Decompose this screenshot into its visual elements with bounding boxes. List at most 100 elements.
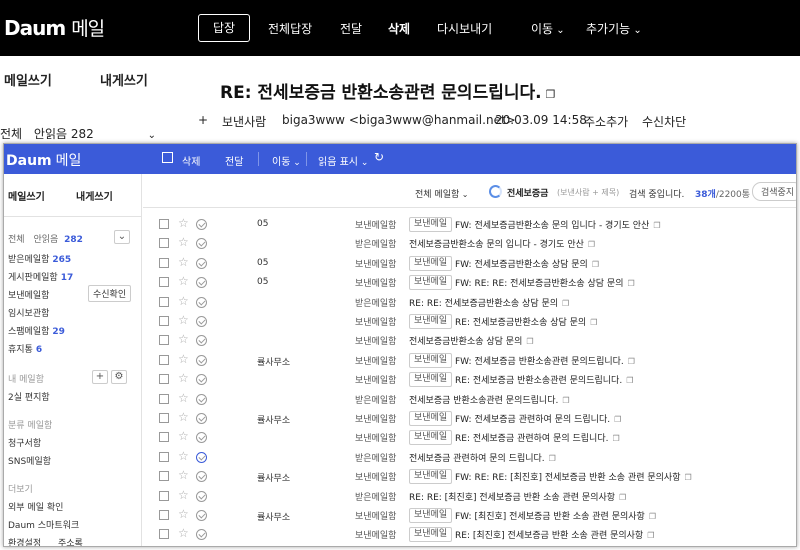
filter-all[interactable]: 전체 — [0, 127, 22, 141]
row-tag[interactable]: 보낸메일 — [409, 508, 453, 523]
copy-icon[interactable]: ❐ — [612, 434, 619, 443]
copy-icon[interactable]: ❐ — [684, 473, 691, 482]
row-tag[interactable]: 보낸메일 — [409, 255, 453, 271]
row-tag[interactable]: 보낸메일 — [409, 275, 453, 291]
move-dropdown[interactable]: 이동 — [272, 153, 301, 168]
row-checkbox[interactable] — [159, 316, 169, 326]
row-checkbox[interactable] — [159, 451, 169, 462]
sidebar-item-inbox[interactable]: 받은메일함 265 — [8, 252, 71, 265]
copy-icon[interactable]: ❐ — [590, 318, 597, 327]
write-to-me-link[interactable]: 내게쓰기 — [76, 188, 113, 203]
sidebar-item-sns[interactable]: SNS메일함 — [8, 454, 51, 467]
receive-confirm-button[interactable]: 수신확인 — [88, 285, 132, 302]
row-checkbox[interactable] — [159, 432, 169, 443]
star-icon[interactable]: ☆ — [178, 508, 189, 520]
star-icon[interactable]: ☆ — [178, 392, 189, 404]
row-subject[interactable]: FW: 전세보증금 반환소송관련 문의드립니다. ❐ — [455, 354, 635, 367]
row-tag[interactable]: 보낸메일 — [409, 411, 453, 426]
settings-link[interactable]: 환경설정 — [8, 536, 41, 546]
envelope-icon[interactable] — [196, 277, 207, 289]
copy-icon[interactable]: ❐ — [628, 357, 635, 366]
star-icon[interactable]: ☆ — [178, 333, 189, 345]
row-checkbox[interactable] — [159, 238, 169, 249]
row-folder[interactable]: 받은메일함 — [355, 237, 396, 250]
copy-icon[interactable]: ❐ — [619, 493, 626, 502]
star-icon[interactable]: ☆ — [178, 353, 189, 365]
smartwork-link[interactable]: Daum 스마트워크 — [8, 518, 79, 531]
row-folder[interactable]: 보낸메일함 — [355, 257, 396, 270]
envelope-icon[interactable] — [196, 490, 207, 502]
sidebar-item-sent[interactable]: 보낸메일함 — [8, 288, 49, 301]
row-folder[interactable]: 보낸메일함 — [355, 315, 396, 328]
star-icon[interactable]: ☆ — [178, 295, 189, 307]
envelope-icon[interactable] — [196, 451, 207, 463]
envelope-icon[interactable] — [196, 257, 207, 269]
row-folder[interactable]: 보낸메일함 — [355, 470, 396, 483]
row-subject[interactable]: FW: [최진호] 전세보증금 반환 소송 관련 문의사항 ❐ — [455, 509, 656, 522]
row-tag[interactable]: 보낸메일 — [409, 217, 453, 232]
refresh-icon[interactable]: ↻ — [374, 150, 384, 164]
envelope-icon[interactable] — [196, 510, 207, 521]
envelope-icon[interactable] — [196, 432, 207, 444]
copy-icon[interactable]: ❐ — [562, 299, 569, 308]
row-subject[interactable]: RE: 전세보증금 관련하여 문의 드립니다. ❐ — [455, 431, 620, 444]
row-checkbox[interactable] — [159, 219, 169, 229]
row-tag[interactable]: 보낸메일 — [409, 527, 453, 543]
star-icon[interactable]: ☆ — [178, 256, 189, 268]
reply-button[interactable]: 답장 — [198, 14, 250, 42]
row-checkbox[interactable] — [159, 335, 169, 346]
copy-icon[interactable]: ❐ — [627, 279, 634, 288]
star-icon[interactable]: ☆ — [178, 469, 189, 481]
table-row[interactable]: ☆ 보낸메일함 보낸메일 RE: [최진호] 전세보증금 반환 소송 관련 문의사항 ❐ — [143, 524, 796, 546]
envelope-icon[interactable] — [196, 296, 207, 308]
row-subject[interactable]: FW: RE: RE: [최진호] 전세보증금 반환 소송 관련 문의사항 ❐ — [455, 470, 692, 483]
copy-icon[interactable]: ❐ — [546, 88, 556, 101]
delete-button[interactable]: 삭제 — [182, 153, 200, 168]
star-icon[interactable]: ☆ — [178, 489, 189, 501]
copy-icon[interactable]: ❐ — [562, 396, 569, 405]
move-dropdown[interactable]: 이동 — [531, 20, 565, 37]
row-folder[interactable]: 보낸메일함 — [355, 354, 396, 367]
sidebar-item-trash[interactable]: 휴지통 6 — [8, 342, 42, 355]
filter-unread[interactable]: 안읽음 — [33, 235, 58, 245]
row-folder[interactable]: 보낸메일함 — [355, 276, 396, 289]
row-folder[interactable]: 보낸메일함 — [355, 431, 396, 444]
sidebar-item-board[interactable]: 게시판메일함 17 — [8, 270, 73, 283]
resend-button[interactable]: 다시보내기 — [437, 20, 492, 37]
row-checkbox[interactable] — [159, 471, 169, 482]
block-sender-link[interactable]: 수신차단 — [642, 113, 686, 130]
envelope-icon[interactable] — [196, 529, 207, 541]
star-icon[interactable]: ☆ — [178, 236, 189, 248]
row-folder[interactable]: 보낸메일함 — [355, 373, 396, 386]
mailbox-select[interactable]: 전체 메일함 — [415, 187, 469, 200]
row-checkbox[interactable] — [159, 490, 169, 501]
daum-logo[interactable]: Daum 메일 — [6, 150, 81, 170]
envelope-icon[interactable] — [196, 316, 207, 327]
star-icon[interactable]: ☆ — [178, 527, 189, 539]
compose-link[interactable]: 메일쓰기 — [8, 188, 45, 203]
row-checkbox[interactable] — [159, 296, 169, 307]
copy-icon[interactable]: ❐ — [614, 415, 621, 424]
row-folder[interactable]: 받은메일함 — [355, 490, 396, 503]
row-folder[interactable]: 받은메일함 — [355, 451, 396, 464]
row-subject[interactable]: RE: 전세보증금 반환소송관련 문의드립니다. ❐ — [455, 373, 633, 386]
add-contact-link[interactable]: 주소추가 — [584, 113, 628, 130]
row-tag[interactable]: 보낸메일 — [409, 469, 453, 485]
copy-icon[interactable]: ❐ — [592, 260, 599, 269]
row-subject[interactable]: 전세보증금반환소송 문의 입니다 - 경기도 안산 ❐ — [409, 237, 595, 250]
copy-icon[interactable]: ❐ — [653, 221, 660, 230]
star-icon[interactable]: ☆ — [178, 411, 189, 423]
copy-icon[interactable]: ❐ — [526, 337, 533, 346]
row-checkbox[interactable] — [159, 354, 169, 365]
envelope-icon[interactable] — [196, 413, 207, 424]
row-subject[interactable]: RE: [최진호] 전세보증금 반환 소송 관련 문의사항 ❐ — [455, 528, 654, 541]
reply-all-button[interactable]: 전체답장 — [268, 20, 312, 37]
envelope-icon[interactable] — [196, 219, 207, 230]
row-subject[interactable]: RE: RE: 전세보증금반환소송 상담 문의 ❐ — [409, 296, 569, 309]
row-subject[interactable]: FW: 전세보증금반환소송 상담 문의 ❐ — [455, 257, 599, 270]
stop-search-button[interactable]: 검색중지 — [752, 182, 796, 201]
row-folder[interactable]: 받은메일함 — [355, 393, 396, 406]
sender-address[interactable]: biga3www <biga3www@hanmail.net> — [282, 113, 516, 127]
add-icon[interactable]: + — [198, 113, 208, 127]
daum-logo[interactable]: Daum 메일 — [4, 14, 105, 41]
